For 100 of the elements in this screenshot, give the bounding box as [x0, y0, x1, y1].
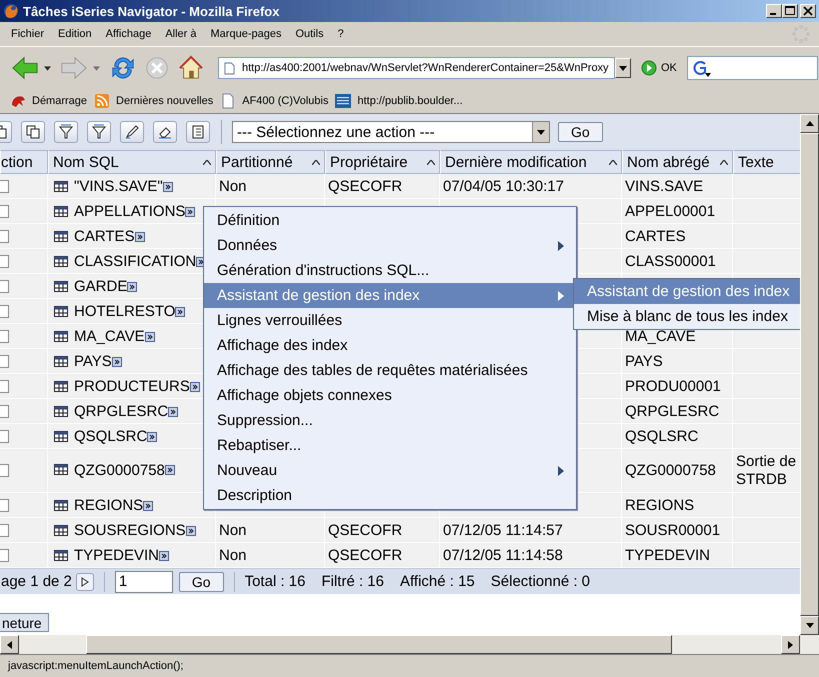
column-header[interactable]: Nom SQL [48, 150, 216, 174]
menu-item[interactable]: Lignes verrouillées [204, 308, 576, 333]
back-arrow-icon[interactable] [11, 55, 39, 81]
column-header[interactable]: Nom abrégé [622, 150, 733, 174]
menu-item[interactable]: Affichage objets connexes [204, 383, 576, 408]
row-checkbox[interactable] [0, 330, 9, 343]
menu-item[interactable]: Marque-pages [204, 28, 288, 40]
table-cell: QSECOFR [325, 543, 440, 568]
search-engine-icon [690, 59, 711, 77]
menu-trigger-icon[interactable] [112, 357, 122, 367]
menu-item[interactable]: Génération d'instructions SQL... [204, 258, 576, 283]
menu-trigger-icon[interactable] [190, 382, 200, 392]
menu-item[interactable]: Rebaptiser... [204, 433, 576, 458]
table-cell: VINS.SAVE [622, 174, 733, 199]
column-header[interactable]: Dernière modification [440, 150, 622, 174]
home-icon[interactable] [177, 55, 205, 81]
menu-item[interactable]: ? [330, 28, 351, 40]
menu-item[interactable]: Suppression... [204, 408, 576, 433]
document-button[interactable] [186, 121, 210, 143]
row-checkbox[interactable] [0, 230, 9, 243]
menu-item[interactable]: Description [204, 483, 576, 508]
table-cell: REGIONS [622, 493, 733, 518]
scroll-left-arrow-icon[interactable] [7, 640, 12, 648]
menu-item[interactable]: Edition [51, 28, 99, 40]
bookmark-link[interactable]: http://publib.boulder... [357, 95, 463, 107]
menu-item[interactable]: Assistant de gestion des index [204, 283, 576, 308]
menu-item[interactable]: Nouveau [204, 458, 576, 483]
bookmark-link[interactable]: Démarrage [32, 95, 88, 107]
minimize-button[interactable] [766, 4, 782, 18]
column-header[interactable]: Texte [733, 150, 800, 174]
column-header[interactable]: ction [0, 150, 48, 174]
copy-button[interactable] [21, 121, 45, 143]
menu-item[interactable]: Aller à [158, 28, 204, 40]
row-checkbox[interactable] [0, 430, 9, 443]
row-checkbox[interactable] [0, 355, 9, 368]
pencil-button[interactable] [120, 121, 144, 143]
go-button[interactable]: OK [661, 62, 677, 74]
search-field[interactable] [686, 56, 818, 80]
menu-item[interactable]: Assistant de gestion des index [574, 279, 800, 304]
menu-item[interactable]: Données [204, 233, 576, 258]
next-page-button[interactable] [76, 572, 94, 590]
menu-item[interactable]: Affichage [98, 28, 158, 40]
row-checkbox[interactable] [0, 280, 9, 293]
menu-trigger-icon[interactable] [127, 282, 138, 292]
vertical-scrollbar[interactable] [800, 114, 819, 635]
bookmark-link[interactable]: Dernières nouvelles [116, 95, 214, 107]
merge-button[interactable] [54, 121, 78, 143]
menu-trigger-icon[interactable] [168, 407, 178, 417]
history-dropdown-button[interactable] [615, 58, 631, 78]
sort-caret-icon[interactable] [720, 160, 728, 164]
menu-item[interactable]: Affichage des tables de requêtes matérialisées [204, 358, 576, 383]
row-checkbox[interactable] [0, 524, 9, 537]
menu-trigger-icon[interactable] [164, 464, 175, 474]
status-text: javascript:menuItemLaunchAction(); [8, 660, 184, 672]
table-cell: QZG0000758 [622, 449, 733, 493]
row-checkbox[interactable] [0, 464, 9, 476]
menu-item[interactable]: Définition [204, 208, 576, 233]
bookmark-link[interactable]: AF400 (C)Volubis [242, 95, 328, 107]
menu-trigger-icon[interactable] [134, 232, 145, 242]
page-input[interactable]: 1 [114, 570, 173, 592]
row-checkbox[interactable] [0, 255, 9, 268]
menu-item[interactable]: Fichier [4, 28, 52, 40]
scroll-up-arrow-icon[interactable] [806, 121, 814, 126]
sort-caret-icon[interactable] [312, 160, 320, 164]
menu-trigger-icon[interactable] [186, 526, 196, 536]
eraser-button[interactable] [153, 121, 177, 143]
menu-item[interactable]: Outils [288, 28, 331, 40]
row-checkbox[interactable] [0, 549, 9, 562]
menu-trigger-icon[interactable] [144, 332, 155, 342]
row-checkbox[interactable] [0, 305, 9, 318]
menu-trigger-icon[interactable] [147, 432, 158, 442]
menu-trigger-icon[interactable] [162, 182, 173, 192]
menu-trigger-icon[interactable] [143, 501, 154, 511]
horizontal-scrollbar[interactable] [0, 635, 819, 654]
table-name: QSQLSRC [74, 429, 148, 444]
column-header[interactable]: Partitionné [216, 150, 325, 174]
row-checkbox[interactable] [0, 499, 9, 512]
menu-trigger-icon[interactable] [159, 551, 170, 561]
row-checkbox[interactable] [0, 405, 9, 418]
scroll-right-arrow-icon[interactable] [788, 640, 793, 648]
row-checkbox[interactable] [0, 205, 9, 218]
row-checkbox[interactable] [0, 380, 9, 393]
menu-trigger-icon[interactable] [185, 207, 196, 217]
close-button[interactable] [800, 4, 816, 18]
column-header[interactable]: Propriétaire [325, 150, 440, 174]
address-field[interactable]: http://as400:2001/webnav/WnServlet?WnRendererContainer=25&WnProxy [218, 57, 615, 79]
action-select[interactable]: --- Sélectionnez une action --- [232, 121, 550, 143]
go-button[interactable]: Go [558, 122, 603, 142]
scroll-down-arrow-icon[interactable] [806, 623, 814, 628]
sort-caret-icon[interactable] [427, 160, 435, 164]
go-button[interactable]: Go [178, 572, 224, 592]
row-checkbox[interactable] [0, 180, 9, 193]
maximize-button[interactable] [782, 4, 798, 18]
sort-caret-icon[interactable] [609, 160, 617, 164]
menu-trigger-icon[interactable] [175, 307, 186, 317]
caret-icon[interactable] [44, 66, 51, 70]
sort-caret-icon[interactable] [203, 160, 211, 164]
funnel-button[interactable] [87, 121, 111, 143]
close-page-button[interactable]: neture [0, 613, 49, 632]
menu-item[interactable]: Affichage des index [204, 333, 576, 358]
